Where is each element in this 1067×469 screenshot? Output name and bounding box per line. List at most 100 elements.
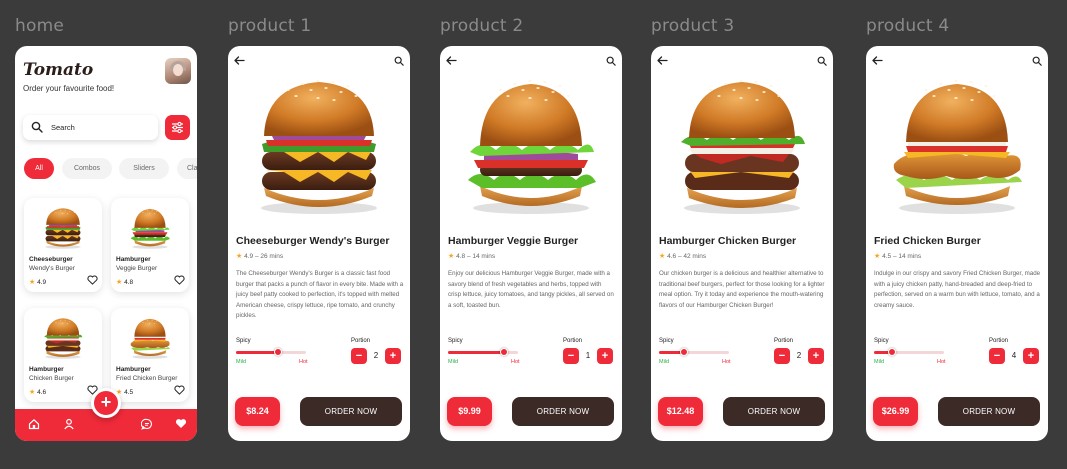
product-meta: ★ 4.8 – 14 mins (448, 253, 496, 260)
burger-image (33, 314, 93, 360)
product-title: Hamburger Veggie Burger (448, 235, 579, 247)
chat-icon[interactable] (141, 418, 153, 430)
tagline: Order your favourite food! (23, 84, 115, 93)
delivery-time: 14 mins (898, 253, 922, 260)
decrease-button[interactable]: − (774, 348, 790, 364)
user-icon[interactable] (63, 418, 75, 430)
order-now-button[interactable]: ORDER NOW (512, 397, 614, 426)
portion-value: 2 (796, 351, 802, 360)
back-arrow-icon[interactable] (446, 56, 457, 65)
increase-button[interactable]: + (1023, 348, 1039, 364)
burger-hero-image (248, 68, 390, 218)
search-icon[interactable] (1032, 56, 1042, 66)
heart-icon[interactable] (174, 385, 185, 395)
order-now-button[interactable]: ORDER NOW (723, 397, 825, 426)
back-arrow-icon[interactable] (234, 56, 245, 65)
spicy-slider[interactable] (874, 348, 944, 356)
home-screen: Tomato Order your favourite food! Search… (15, 46, 197, 441)
price-button[interactable]: $8.24 (235, 397, 280, 426)
product-meta: ★ 4.5 – 14 mins (874, 253, 922, 260)
avatar[interactable] (165, 58, 191, 84)
product-meta: ★ 4.6 – 42 mins (659, 253, 707, 260)
spicy-label: Spicy (236, 338, 251, 344)
mild-label: Mild (659, 359, 670, 365)
burger-image (120, 204, 180, 250)
rating-value: 4.5 (882, 253, 892, 260)
chip-classic[interactable]: Cla (177, 158, 197, 179)
burger-image (120, 314, 180, 360)
rating-value: 4.8 (456, 253, 466, 260)
search-icon[interactable] (817, 56, 827, 66)
star-icon: ★ (236, 253, 243, 260)
search-icon[interactable] (606, 56, 616, 66)
increase-button[interactable]: + (385, 348, 401, 364)
price-button[interactable]: $12.48 (658, 397, 703, 426)
product-card[interactable]: Hamburger Chicken Burger ★ 4.6 (24, 308, 102, 402)
rating-value: 4.6 (37, 389, 47, 396)
slider-thumb[interactable] (887, 348, 896, 356)
slider-thumb[interactable] (274, 348, 282, 356)
order-now-button[interactable]: ORDER NOW (300, 397, 402, 426)
card-name-line-2: Wendy's Burger (29, 265, 75, 272)
star-icon: ★ (874, 253, 881, 260)
chip-sliders[interactable]: Sliders (119, 158, 169, 179)
spicy-label: Spicy (874, 338, 889, 344)
mild-label: Mild (874, 359, 885, 365)
product-description: The Cheeseburger Wendy's Burger is a cla… (236, 270, 404, 319)
chip-combos[interactable]: Combos (62, 158, 112, 179)
back-arrow-icon[interactable] (872, 56, 883, 65)
spicy-label: Spicy (659, 338, 674, 344)
burger-hero-image (460, 68, 602, 218)
price-button[interactable]: $9.99 (447, 397, 492, 426)
search-input[interactable]: Search (23, 115, 158, 140)
search-icon[interactable] (394, 56, 404, 66)
home-icon[interactable] (28, 418, 40, 430)
delivery-time: 26 mins (260, 253, 284, 260)
product-title: Fried Chicken Burger (874, 235, 981, 247)
rating-value: 4.9 (244, 253, 254, 260)
hot-label: Hot (722, 359, 731, 365)
product-card[interactable]: Cheeseburger Wendy's Burger ★ 4.9 (24, 198, 102, 292)
card-name-line-2: Veggie Burger (116, 265, 158, 272)
back-arrow-icon[interactable] (657, 56, 668, 65)
app-logo: Tomato (23, 60, 94, 80)
price-button[interactable]: $26.99 (873, 397, 918, 426)
filter-button[interactable] (165, 115, 190, 140)
heart-icon[interactable] (87, 275, 98, 285)
heart-icon[interactable] (174, 275, 185, 285)
card-rating: ★ 4.9 (29, 278, 46, 286)
burger-hero-image (886, 68, 1028, 218)
increase-button[interactable]: + (597, 348, 613, 364)
product-card[interactable]: Hamburger Fried Chicken Burger ★ 4.5 (111, 308, 189, 402)
product-screen: Hamburger Chicken Burger ★ 4.6 – 42 mins… (651, 46, 833, 441)
slider-fill (236, 351, 278, 354)
product-screen: Cheeseburger Wendy's Burger ★ 4.9 – 26 m… (228, 46, 410, 441)
product-card[interactable]: Hamburger Veggie Burger ★ 4.8 (111, 198, 189, 292)
delivery-time: 14 mins (472, 253, 496, 260)
order-now-button[interactable]: ORDER NOW (938, 397, 1040, 426)
spicy-slider[interactable] (448, 348, 518, 356)
frame-label-product-2: product 2 (440, 16, 524, 36)
heart-icon[interactable] (175, 418, 187, 429)
spicy-slider[interactable] (236, 348, 306, 356)
frame-label-product-3: product 3 (651, 16, 735, 36)
product-description: Our chicken burger is a delicious and he… (659, 270, 825, 309)
product-title: Hamburger Chicken Burger (659, 235, 797, 247)
spicy-slider[interactable] (659, 348, 729, 356)
portion-value: 2 (373, 351, 379, 360)
decrease-button[interactable]: − (563, 348, 579, 364)
decrease-button[interactable]: − (351, 348, 367, 364)
portion-label: Portion (563, 338, 583, 344)
hot-label: Hot (937, 359, 946, 365)
slider-thumb[interactable] (500, 348, 508, 356)
product-screen: Fried Chicken Burger ★ 4.5 – 14 mins Ind… (866, 46, 1048, 441)
add-button[interactable]: + (91, 388, 121, 418)
star-icon: ★ (448, 253, 455, 260)
mild-label: Mild (236, 359, 247, 365)
chip-all[interactable]: All (24, 158, 54, 179)
increase-button[interactable]: + (808, 348, 824, 364)
hot-label: Hot (511, 359, 520, 365)
slider-thumb[interactable] (679, 348, 688, 356)
burger-image (33, 204, 93, 250)
decrease-button[interactable]: − (989, 348, 1005, 364)
